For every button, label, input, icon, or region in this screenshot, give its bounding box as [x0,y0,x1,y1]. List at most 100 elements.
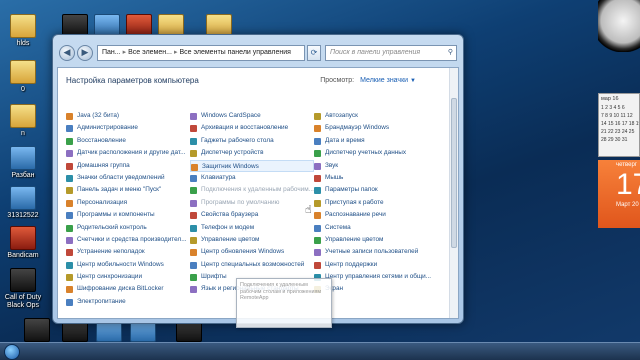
forward-button[interactable]: ▶ [77,45,93,61]
item-label: Брандмауэр Windows [325,124,390,132]
item-icon [190,212,197,220]
desktop-icon[interactable]: Разбан [0,146,46,180]
control-panel-item[interactable]: Управление цветом [190,234,314,246]
control-panel-item[interactable]: Датчик расположения и другие дат... [66,147,190,159]
control-panel-item[interactable]: Электропитание [66,296,190,308]
breadcrumb-2[interactable]: Все элементы панели управления [179,49,290,56]
control-panel-item[interactable]: Программы и компоненты [66,209,190,221]
control-panel-item[interactable]: Домашняя группа [66,160,190,172]
calendar-week-row: 14 15 16 17 18 19 [601,121,640,127]
item-label: Устранение неполадок [77,248,145,256]
control-panel-item[interactable]: Восстановление [66,135,190,147]
item-label: Телефон и модем [201,223,255,231]
control-panel-item[interactable]: Центр специальных возможностей [190,259,314,271]
control-panel-item[interactable]: Панель задач и меню "Пуск" [66,184,190,196]
item-icon [191,163,198,171]
item-label: Подключения к удаленным рабочим... [201,186,314,194]
control-panel-item[interactable]: Приступая к работе [314,197,438,209]
control-panel-item[interactable]: Телефон и модем [190,222,314,234]
back-button[interactable]: ◀ [59,45,75,61]
control-panel-item[interactable]: Программы по умолчанию [190,197,314,209]
file-icon [10,186,36,210]
desktop-icon[interactable]: Bandicam [0,226,46,260]
control-panel-item[interactable]: Центр поддержки [314,259,438,271]
control-panel-item[interactable]: Брандмауэр Windows [314,122,438,134]
control-panel-item[interactable]: Родительский контроль [66,222,190,234]
control-panel-item[interactable]: Управление цветом [314,234,438,246]
item-icon [66,212,73,220]
item-label: Распознавание речи [325,211,386,219]
breadcrumb-1[interactable]: Все элемен... [128,49,172,56]
control-panel-item[interactable]: Java (32 бита) [66,110,190,122]
refresh-button[interactable]: ⟳ [307,45,321,61]
control-panel-item[interactable]: Звук [314,160,438,172]
control-panel-item[interactable]: Архивация и восстановление [190,122,314,134]
control-panel-item[interactable]: Свойства браузера [190,209,314,221]
app-icon [10,226,36,250]
control-panel-item[interactable]: Учетные записи пользователей [314,246,438,258]
desktop-icon[interactable]: 0 [0,60,46,94]
calendar-gadget[interactable]: мар 16 1 2 3 4 5 6 7 8 9 10 11 12 14 15 16… [598,93,640,157]
control-panel-item[interactable]: Клавиатура [190,172,314,184]
control-panel-item[interactable]: Диспетчер учетных данных [314,147,438,159]
page-title: Настройка параметров компьютера [66,76,199,85]
item-label: Автозапуск [325,112,358,119]
search-icon[interactable]: ⚲ [448,46,453,60]
item-label: Клавиатура [201,173,236,181]
search-input[interactable]: Поиск в панели управления ⚲ [325,45,457,61]
content-area: Настройка параметров компьютера Просмотр… [57,67,459,328]
control-panel-item[interactable]: Защитник Windows [190,159,314,172]
control-panel-item[interactable]: Устранение неполадок [66,246,190,258]
item-label: Администрирование [77,124,138,132]
item-icon [190,174,197,182]
taskbar [0,342,640,360]
control-panel-item[interactable]: Центр обновления Windows [190,246,314,258]
desktop-icon[interactable]: 31312522 [0,186,46,220]
item-icon [66,224,73,232]
calendar-week-row: 21 22 23 24 25 [601,129,635,135]
control-panel-item[interactable]: Значки области уведомлений [66,172,190,184]
vertical-scrollbar[interactable] [449,68,458,318]
control-panel-item[interactable]: Экран [314,283,438,295]
control-panel-item[interactable]: Диспетчер устройств [190,147,314,159]
scrollbar-thumb[interactable] [451,98,457,248]
item-icon [190,224,197,232]
control-panel-item[interactable]: Параметры папок [314,184,438,196]
control-panel-item[interactable]: Подключения к удаленным рабочим... [190,184,314,196]
control-panel-item[interactable]: Центр мобильности Windows [66,259,190,271]
calendar-week-row: 7 8 9 10 11 12 [601,113,633,119]
control-panel-item[interactable]: Распознавание речи [314,209,438,221]
control-panel-item[interactable]: Мышь [314,172,438,184]
control-panel-item[interactable]: Дата и время [314,135,438,147]
item-icon [66,174,73,182]
file-icon [10,146,36,170]
chevron-down-icon[interactable]: ▼ [410,78,416,84]
control-panel-item[interactable]: Центр синхронизации [66,271,190,283]
item-icon [190,286,197,294]
desktop-icon[interactable]: hlds [0,14,46,48]
control-panel-item[interactable]: Счетчики и средства производител... [66,234,190,246]
address-bar[interactable]: Пан... ▸ Все элемен... ▸ Все элементы панели… [97,45,305,61]
control-panel-item[interactable]: Центр управления сетями и общи... [314,271,438,283]
control-panel-item[interactable]: Гаджеты рабочего стола [190,135,314,147]
start-button[interactable] [4,344,20,360]
control-panel-item[interactable]: Администрирование [66,122,190,134]
desktop-icon[interactable]: Call of Duty Black Ops [0,268,46,310]
control-panel-item[interactable]: Windows CardSpace [190,110,314,122]
control-panel-item[interactable]: Персонализация [66,197,190,209]
control-panel-item[interactable]: Автозапуск [314,110,438,122]
calendar-day-block[interactable]: четверг 17 Март 20 [598,160,640,228]
calendar-week-row: 28 29 30 31 [601,137,628,143]
item-icon [66,286,73,294]
clock-gadget[interactable] [598,0,640,52]
desktop-icon[interactable]: n [0,104,46,138]
item-icon [66,236,73,244]
control-panel-window[interactable]: ◀ ▶ Пан... ▸ Все элемен... ▸ Все элементы па… [52,34,464,328]
view-by-dropdown[interactable]: Мелкие значки [360,77,408,84]
item-icon [190,113,197,120]
control-panel-item[interactable]: Система [314,222,438,234]
control-panel-item[interactable]: Шифрование диска BitLocker [66,283,190,295]
item-label: Панель задач и меню "Пуск" [77,186,162,194]
breadcrumb-0[interactable]: Пан... [102,49,121,56]
item-label: Свойства браузера [201,211,259,219]
